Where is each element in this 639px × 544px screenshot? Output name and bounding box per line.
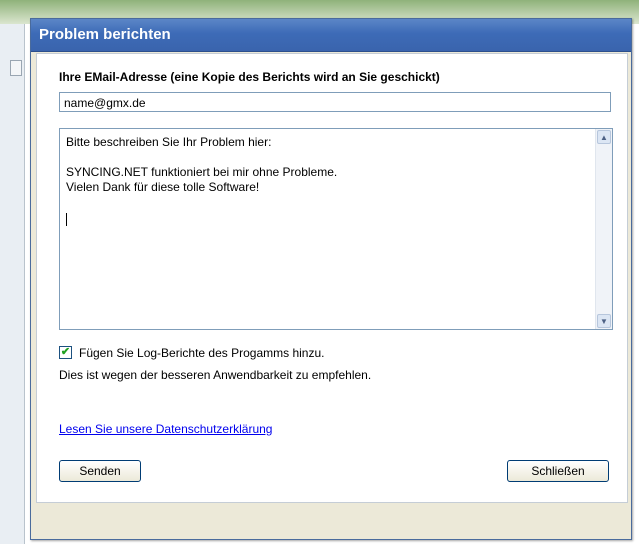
problem-description-text: Bitte beschreiben Sie Ihr Problem hier: …: [66, 135, 338, 194]
scroll-down-icon[interactable]: ▼: [597, 314, 611, 328]
email-label: Ihre EMail-Adresse (eine Kopie des Beric…: [59, 70, 440, 84]
text-caret: [66, 213, 67, 226]
problem-description-textarea[interactable]: Bitte beschreiben Sie Ihr Problem hier: …: [59, 128, 613, 330]
vertical-scrollbar[interactable]: ▲ ▼: [595, 129, 612, 329]
send-button[interactable]: Senden: [59, 460, 141, 482]
background-document-icon: [10, 60, 22, 76]
email-field[interactable]: name@gmx.de: [59, 92, 611, 112]
scroll-up-icon[interactable]: ▲: [597, 130, 611, 144]
problem-report-dialog: Problem berichten Ihre EMail-Adresse (ei…: [30, 18, 632, 540]
background-app-sidebar: [0, 24, 25, 544]
title-bar[interactable]: Problem berichten: [31, 19, 631, 52]
include-logs-checkbox[interactable]: ✔: [59, 346, 72, 359]
dialog-footer: [31, 507, 631, 539]
form-panel: Ihre EMail-Adresse (eine Kopie des Beric…: [36, 53, 628, 503]
include-logs-hint: Dies ist wegen der besseren Anwendbarkei…: [59, 368, 372, 382]
include-logs-label[interactable]: Fügen Sie Log-Berichte des Progamms hinz…: [79, 346, 324, 360]
close-button[interactable]: Schließen: [507, 460, 609, 482]
privacy-policy-link[interactable]: Lesen Sie unsere Datenschutzerklärung: [59, 422, 272, 436]
dialog-title: Problem berichten: [39, 26, 171, 43]
